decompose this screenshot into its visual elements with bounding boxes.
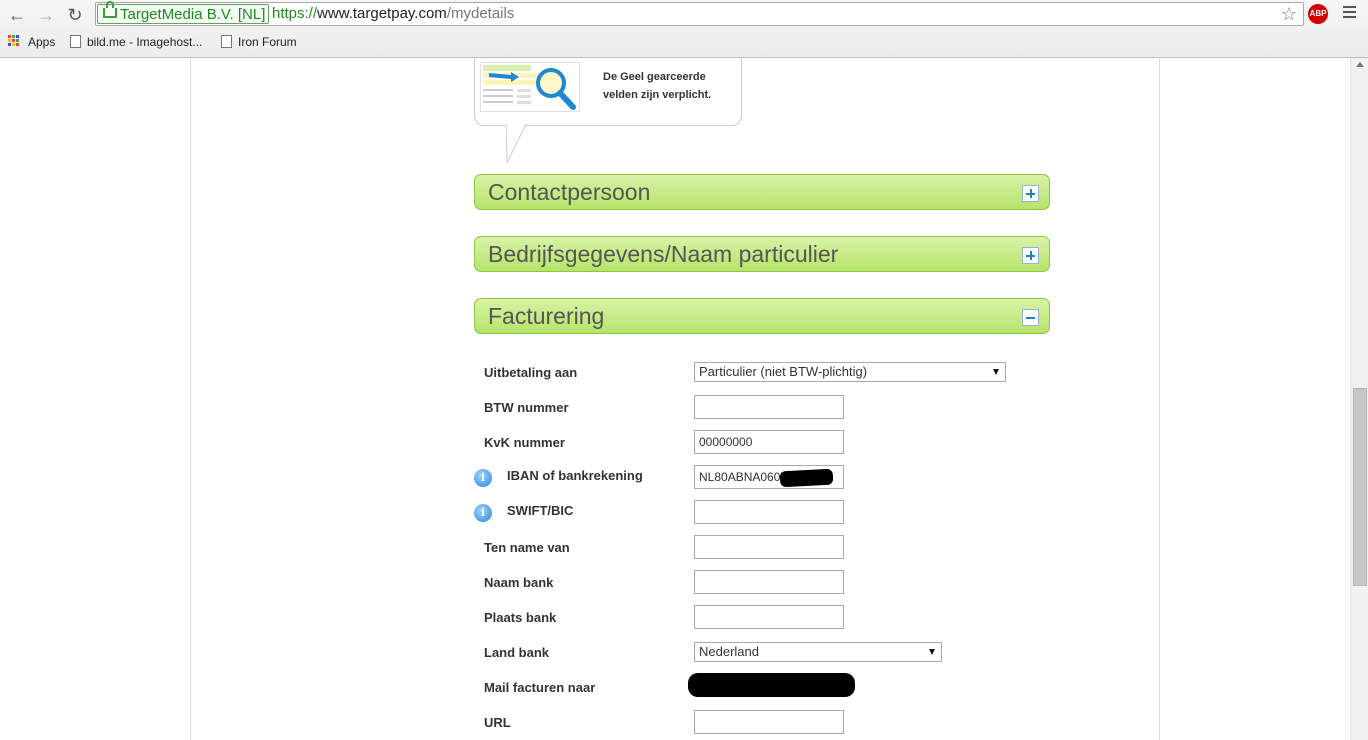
vertical-scrollbar[interactable] xyxy=(1350,58,1368,740)
info-icon[interactable]: i xyxy=(474,469,492,487)
bookmarks-bar: Apps bild.me - Imagehost... Iron Forum xyxy=(0,31,1368,53)
url-input[interactable] xyxy=(694,710,844,734)
bookmark-ironforum-label: Iron Forum xyxy=(238,35,297,49)
redaction-mark xyxy=(688,673,855,697)
collapse-minus-icon[interactable] xyxy=(1022,309,1039,326)
label-uitbetaling: Uitbetaling aan xyxy=(484,365,578,380)
dropdown-arrow-icon xyxy=(929,649,935,655)
bookmark-bildme[interactable]: bild.me - Imagehost... xyxy=(70,34,202,50)
ten-name-van-input[interactable] xyxy=(694,535,844,559)
scrollbar-thumb[interactable] xyxy=(1353,388,1367,586)
label-plaats-bank: Plaats bank xyxy=(484,610,557,625)
dropdown-arrow-icon xyxy=(993,369,999,375)
page-content xyxy=(190,58,1160,740)
chrome-menu-icon[interactable] xyxy=(1343,6,1356,21)
naam-bank-input[interactable] xyxy=(694,570,844,594)
bubble-tail xyxy=(506,124,527,164)
bookmark-star-icon[interactable]: ☆ xyxy=(1281,3,1297,25)
hint-line-1: De Geel gearceerde xyxy=(603,71,706,83)
scroll-up-arrow-icon[interactable] xyxy=(1356,62,1364,67)
url-path: /mydetails xyxy=(446,5,515,22)
label-url: URL xyxy=(484,715,511,730)
panel-contactpersoon[interactable]: Contactpersoon xyxy=(474,174,1050,210)
bookmark-bildme-label: bild.me - Imagehost... xyxy=(87,35,203,49)
back-arrow-icon[interactable]: ← xyxy=(6,4,28,26)
select-land-bank[interactable]: Nederland xyxy=(694,642,942,662)
panel-bedrijfsgegevens[interactable]: Bedrijfsgegevens/Naam particulier xyxy=(474,236,1050,272)
page-icon xyxy=(70,35,81,48)
forward-arrow-icon[interactable]: → xyxy=(35,4,57,26)
select-land-bank-value: Nederland xyxy=(699,644,759,659)
browser-toolbar: ← → ↻ TargetMedia B.V. [NL] https://www.… xyxy=(0,0,1368,58)
expand-plus-icon[interactable] xyxy=(1022,247,1039,264)
bookmark-apps[interactable]: Apps xyxy=(28,34,55,50)
label-naam-bank: Naam bank xyxy=(484,575,554,590)
swift-input[interactable] xyxy=(694,500,844,524)
url-text: https://www.targetpay.com/mydetails xyxy=(272,4,514,24)
label-swift: SWIFT/BIC xyxy=(507,503,574,518)
plaats-bank-input[interactable] xyxy=(694,605,844,629)
select-uitbetaling-value: Particulier (niet BTW-plichtig) xyxy=(699,364,868,379)
bookmark-ironforum[interactable]: Iron Forum xyxy=(221,34,297,50)
hint-text: De Geel gearceerde velden zijn verplicht… xyxy=(603,68,711,104)
ev-label: TargetMedia B.V. [NL] xyxy=(120,6,266,23)
panel-title: Bedrijfsgegevens/Naam particulier xyxy=(488,241,839,267)
label-mail-facturen: Mail facturen naar xyxy=(484,680,596,695)
hint-line-2: velden zijn verplicht. xyxy=(603,89,712,101)
form-preview-image xyxy=(480,62,580,112)
ev-certificate-badge[interactable]: TargetMedia B.V. [NL] xyxy=(97,1,270,24)
label-ten-name-van: Ten name van xyxy=(484,540,570,555)
panel-title: Facturering xyxy=(488,303,605,329)
label-btw: BTW nummer xyxy=(484,400,569,415)
select-uitbetaling[interactable]: Particulier (niet BTW-plichtig) xyxy=(694,362,1006,382)
panel-facturering[interactable]: Facturering xyxy=(474,298,1050,334)
kvk-input[interactable] xyxy=(694,430,844,454)
adblock-plus-icon[interactable]: ABP xyxy=(1308,4,1328,24)
address-bar[interactable]: TargetMedia B.V. [NL] https://www.target… xyxy=(95,1,1304,26)
url-host: www.targetpay.com xyxy=(317,5,447,22)
info-icon[interactable]: i xyxy=(474,504,492,522)
redaction-mark xyxy=(779,468,834,488)
page-icon xyxy=(221,35,232,48)
panel-title: Contactpersoon xyxy=(488,179,651,205)
label-land-bank: Land bank xyxy=(484,645,550,660)
magnifier-icon xyxy=(483,65,576,110)
expand-plus-icon[interactable] xyxy=(1022,185,1039,202)
label-kvk: KvK nummer xyxy=(484,435,565,450)
label-iban: IBAN of bankrekening xyxy=(507,468,643,483)
url-scheme: https:// xyxy=(272,5,318,22)
reload-icon[interactable]: ↻ xyxy=(64,4,86,26)
lock-icon xyxy=(103,1,117,18)
btw-input[interactable] xyxy=(694,395,844,419)
